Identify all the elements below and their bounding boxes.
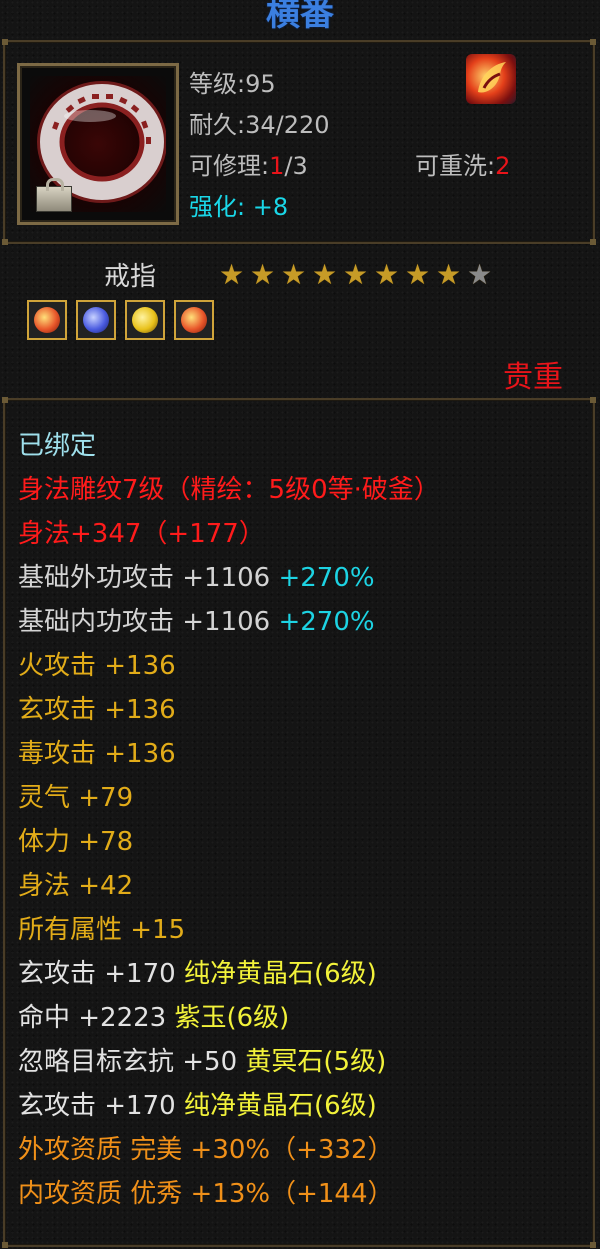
rarity-label: 贵重 — [503, 360, 563, 395]
repair-label: 可修理: — [189, 152, 270, 180]
star-icon: ★ — [435, 258, 462, 291]
gem-stat-line: 忽略目标玄抗 +50 黄冥石(5级) — [18, 1044, 386, 1080]
outer-quality-line: 外攻资质 完美 +30%（+332） — [18, 1135, 394, 1165]
star-rating: ★ ★ ★ ★ ★ ★ ★ ★ ★ — [216, 260, 495, 290]
item-type: 戒指 — [104, 262, 157, 292]
star-icon: ★ — [280, 258, 307, 291]
gem-stat-line: 玄攻击 +170 纯净黄晶石(6级) — [18, 1088, 377, 1124]
repair-row: 可修理:1/3 — [189, 146, 308, 181]
gem-name: 纯净黄晶石(6级) — [183, 1091, 377, 1121]
shenfa-line: 身法 +42 — [18, 871, 134, 901]
repair-current: 1 — [269, 152, 285, 180]
gem-slot[interactable] — [27, 300, 67, 340]
item-icon-frame[interactable] — [17, 63, 179, 225]
enhance-value: +8 — [252, 193, 289, 221]
gem-slot[interactable] — [76, 300, 116, 340]
gem-stat-line: 命中 +2223 紫玉(6级) — [18, 1000, 289, 1036]
inner-quality-line: 内攻资质 优秀 +13%（+144） — [18, 1179, 394, 1209]
lingqi-line: 灵气 +79 — [18, 783, 134, 813]
fire-gem-icon — [181, 307, 207, 333]
star-icon: ★ — [373, 258, 400, 291]
gem-name: 黄冥石(5级) — [245, 1047, 387, 1077]
gem-slot[interactable] — [125, 300, 165, 340]
gem-stat-line: 玄攻击 +170 纯净黄晶石(6级) — [18, 956, 377, 992]
base-outer-attack-line: 基础外功攻击 +1106 +270% — [18, 560, 375, 596]
engrave-line: 身法雕纹7级（精绘：5级0等·破釜） — [18, 475, 440, 505]
stat-percent: +270% — [278, 563, 375, 593]
dragon-emblem-icon[interactable] — [466, 54, 516, 104]
blue-crystal-gem-icon — [83, 307, 109, 333]
gem-stat: 玄攻击 +170 — [18, 1091, 184, 1121]
fire-gem-icon — [34, 307, 60, 333]
empty-star-icon: ★ — [466, 258, 493, 291]
base-inner-attack-line: 基础内功攻击 +1106 +270% — [18, 604, 375, 640]
enhance-label: 强化: — [189, 193, 246, 221]
star-icon: ★ — [218, 258, 245, 291]
xuan-attack-line: 玄攻击 +136 — [18, 695, 176, 725]
star-icon: ★ — [249, 258, 276, 291]
all-attributes-line: 所有属性 +15 — [18, 915, 186, 945]
level-label: 等级 — [189, 70, 237, 98]
level-row: 等级:95 — [189, 64, 276, 99]
gem-name: 紫玉(6级) — [174, 1003, 290, 1033]
fire-attack-line: 火攻击 +136 — [18, 651, 176, 681]
tili-line: 体力 +78 — [18, 827, 134, 857]
gem-name: 纯净黄晶石(6级) — [183, 959, 377, 989]
durability-label: 耐久 — [189, 111, 237, 139]
gem-slots — [27, 300, 223, 340]
yellow-gem-icon — [132, 307, 158, 333]
item-title: 横番 — [266, 0, 334, 34]
stat-label: 基础内功攻击 +1106 — [18, 607, 279, 637]
rewash-row: 可重洗:2 — [415, 146, 510, 181]
rewash-value: 2 — [495, 152, 511, 180]
enhance-row: 强化: +8 — [189, 187, 288, 222]
star-icon: ★ — [311, 258, 338, 291]
gem-stat: 玄攻击 +170 — [18, 959, 184, 989]
gem-stat: 忽略目标玄抗 +50 — [18, 1047, 246, 1077]
stat-label: 基础外功攻击 +1106 — [18, 563, 279, 593]
rewash-label: 可重洗: — [415, 152, 496, 180]
level-value: :95 — [237, 70, 276, 98]
gem-slot[interactable] — [174, 300, 214, 340]
repair-total: /3 — [284, 152, 308, 180]
gem-stat: 命中 +2223 — [18, 1003, 175, 1033]
durability-value: :34/220 — [237, 111, 330, 139]
bound-status: 已绑定 — [18, 431, 97, 461]
star-icon: ★ — [342, 258, 369, 291]
shenfa-main-line: 身法+347（+177） — [18, 519, 265, 549]
star-icon: ★ — [404, 258, 431, 291]
lock-icon — [36, 178, 72, 212]
poison-attack-line: 毒攻击 +136 — [18, 739, 176, 769]
stat-percent: +270% — [278, 607, 375, 637]
durability-row: 耐久:34/220 — [189, 105, 330, 140]
